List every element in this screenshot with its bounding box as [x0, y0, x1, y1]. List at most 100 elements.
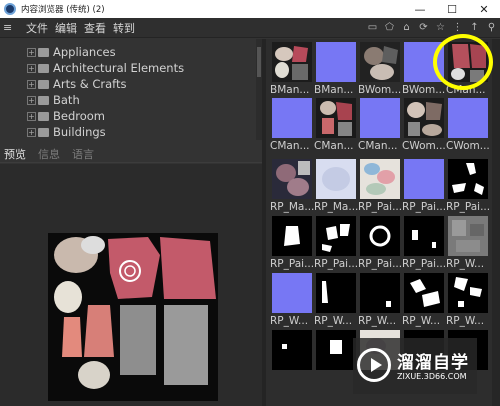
watermark-url: ZIXUE.3D66.COM	[397, 372, 467, 381]
asset-caption: RP_W...	[270, 315, 309, 327]
panel-icon[interactable]: ▭	[366, 20, 379, 34]
minimize-button[interactable]: —	[404, 0, 436, 18]
asset-caption: CMan...	[270, 140, 310, 152]
asset-thumbnail	[404, 216, 444, 256]
tree-item-label: Appliances	[53, 45, 116, 59]
menu-file[interactable]: 文件	[26, 20, 48, 36]
asset-caption: CWom...	[446, 140, 490, 152]
tree-item-label: Bath	[53, 93, 80, 107]
asset-thumbnail	[316, 98, 356, 138]
asset-thumbnail	[404, 159, 444, 199]
menu-view[interactable]: 查看	[84, 20, 106, 36]
asset-thumbnail	[404, 273, 444, 313]
close-button[interactable]: ✕	[468, 0, 500, 18]
tree-item-bedroom[interactable]: + Bedroom	[0, 108, 262, 124]
refresh-icon[interactable]: ⟳	[417, 20, 430, 34]
tree-item-label: Bedroom	[53, 109, 106, 123]
folder-icon	[38, 127, 49, 137]
folder-icon	[38, 111, 49, 121]
watermark: 溜溜自学 ZIXUE.3D66.COM	[353, 338, 477, 394]
preview-panel	[0, 164, 262, 406]
maximize-button[interactable]: ☐	[436, 0, 468, 18]
grid-scrollbar[interactable]	[492, 39, 500, 406]
tab-info[interactable]: 信息	[38, 146, 60, 162]
asset-thumbnail	[272, 42, 312, 82]
asset-thumbnail	[404, 98, 444, 138]
asset-thumbnail	[360, 42, 400, 82]
category-tree: + Appliances + Architectural Elements + …	[0, 39, 262, 140]
expand-icon[interactable]: +	[27, 95, 36, 105]
asset-caption: RP_W...	[358, 315, 397, 327]
asset-thumbnail	[272, 330, 312, 370]
tree-item-bath[interactable]: + Bath	[0, 92, 262, 108]
asset-caption: RP_Pai...	[358, 201, 402, 213]
asset-caption: RP_Pai...	[446, 201, 490, 213]
tree-item-buildings[interactable]: + Buildings	[0, 124, 262, 140]
asset-caption: BWom...	[358, 84, 402, 96]
asset-thumbnail	[360, 98, 400, 138]
title-bar: 内容浏览器 (传统) (2) — ☐ ✕	[0, 0, 500, 18]
asset-thumbnail	[360, 159, 400, 199]
tree-item-label: Buildings	[53, 125, 106, 139]
texture-preview-image	[48, 233, 218, 401]
scrollbar-thumb[interactable]	[257, 47, 261, 77]
content-browser-window: 内容浏览器 (传统) (2) — ☐ ✕ ≡ 文件 编辑 查看 转到 ▭ ⬠ ⌂…	[0, 0, 500, 406]
tree-item-label: Architectural Elements	[53, 61, 185, 75]
expand-icon[interactable]: +	[27, 79, 36, 89]
annotation-circle	[433, 34, 493, 90]
asset-thumbnail	[272, 98, 312, 138]
preview-tabs: 预览 信息 语言	[0, 145, 262, 163]
asset-thumbnail	[316, 216, 356, 256]
up-arrow-icon[interactable]: ↑	[468, 20, 481, 34]
tab-preview[interactable]: 预览	[4, 146, 26, 162]
tree-item-architectural-elements[interactable]: + Architectural Elements	[0, 60, 262, 76]
search-icon[interactable]: ⚲	[485, 20, 498, 34]
asset-thumbnail	[272, 159, 312, 199]
folder-icon	[38, 95, 49, 105]
watermark-title: 溜溜自学	[397, 353, 469, 373]
app-icon	[4, 3, 16, 15]
tree-item-label: Arts & Crafts	[53, 77, 127, 91]
menu-bar: ≡ 文件 编辑 查看 转到 ▭ ⬠ ⌂ ⟳ ☆ ⋮ ↑ ⚲	[0, 18, 500, 38]
folder-icon	[38, 79, 49, 89]
play-logo-icon	[357, 348, 391, 382]
expand-icon[interactable]: +	[27, 47, 36, 57]
tree-item-arts-crafts[interactable]: + Arts & Crafts	[0, 76, 262, 92]
asset-caption: RP_W...	[402, 315, 441, 327]
asset-thumbnail	[448, 159, 488, 199]
asset-thumbnail	[316, 330, 356, 370]
asset-caption: RP_Pai...	[358, 258, 402, 270]
house-icon[interactable]: ⌂	[400, 20, 413, 34]
asset-caption: RP_W...	[446, 258, 485, 270]
expand-icon[interactable]: +	[27, 111, 36, 121]
folder-icon	[38, 63, 49, 73]
menu-edit[interactable]: 编辑	[55, 20, 77, 36]
asset-thumbnail	[272, 216, 312, 256]
asset-caption: RP_Ma...	[314, 201, 358, 213]
expand-icon[interactable]: +	[27, 127, 36, 137]
asset-caption: BMan...	[270, 84, 310, 96]
asset-caption: RP_Pai...	[270, 258, 314, 270]
asset-caption: RP_W...	[446, 315, 485, 327]
tab-language[interactable]: 语言	[72, 146, 94, 162]
menu-goto[interactable]: 转到	[113, 20, 135, 36]
star-icon[interactable]: ☆	[434, 20, 447, 34]
asset-caption: CMan...	[358, 140, 398, 152]
folder-icon	[38, 47, 49, 57]
hamburger-icon[interactable]: ≡	[3, 21, 19, 34]
asset-caption: BMan...	[314, 84, 354, 96]
tree-item-appliances[interactable]: + Appliances	[0, 44, 262, 60]
asset-caption: RP_Pai...	[314, 258, 358, 270]
asset-caption: CMan...	[314, 140, 354, 152]
asset-thumbnail	[448, 273, 488, 313]
asset-caption: RP_Pai...	[402, 201, 446, 213]
toolbar: ▭ ⬠ ⌂ ⟳ ☆ ⋮ ↑ ⚲	[366, 20, 498, 34]
expand-icon[interactable]: +	[27, 63, 36, 73]
asset-thumbnail	[316, 273, 356, 313]
asset-caption: BWom...	[402, 84, 446, 96]
asset-thumbnail	[316, 159, 356, 199]
window-title: 内容浏览器 (传统) (2)	[21, 5, 105, 15]
home-icon[interactable]: ⬠	[383, 20, 396, 34]
more-icon[interactable]: ⋮	[451, 20, 464, 34]
asset-thumbnail	[360, 273, 400, 313]
